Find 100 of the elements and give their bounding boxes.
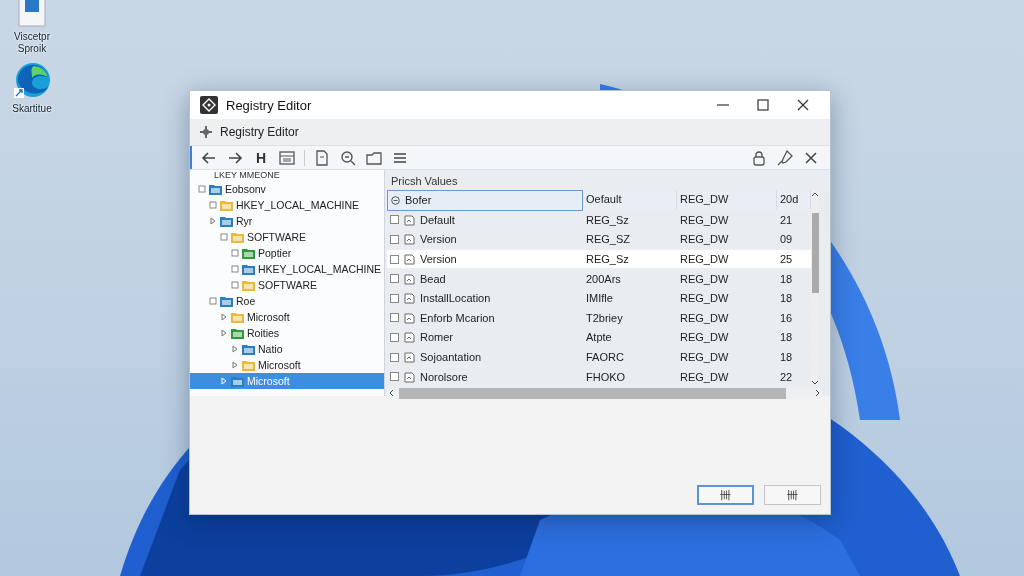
scroll-down-icon[interactable]: [811, 378, 819, 387]
table-cell: REG_Sz: [583, 210, 677, 231]
folder-icon: [220, 215, 233, 227]
table-cell: REG_SZ: [583, 230, 677, 250]
tree-item[interactable]: HKEY_LOCAL_MACHINE: [190, 197, 384, 213]
expand-triangle-icon[interactable]: [209, 217, 217, 225]
document-icon: [404, 233, 415, 246]
scroll-right-icon[interactable]: [814, 389, 822, 398]
tree-item[interactable]: SOFTWARE: [190, 277, 384, 293]
document-icon: [404, 311, 415, 324]
collapse-box-icon[interactable]: [198, 185, 206, 193]
column-header[interactable]: REG_DW: [677, 190, 777, 210]
document-icon: [404, 272, 415, 285]
expand-triangle-icon[interactable]: [231, 361, 239, 369]
table-cell: 200Ars: [583, 269, 677, 289]
checkbox[interactable]: [390, 215, 399, 225]
column-header[interactable]: Oefault: [583, 190, 677, 210]
checkbox[interactable]: [390, 332, 399, 342]
search-button[interactable]: [339, 148, 357, 167]
file-icon: [313, 148, 331, 167]
collapse-box-icon[interactable]: [220, 233, 228, 241]
tree-item[interactable]: Ryr: [190, 213, 384, 229]
table-cell: FHOKO: [583, 367, 677, 387]
column-header[interactable]: 20d: [777, 190, 811, 210]
table-cell: REG_DW: [677, 269, 777, 289]
table-cell: REG_DW: [677, 230, 777, 250]
column-header[interactable]: Bofer: [387, 190, 583, 211]
file-button[interactable]: [313, 148, 331, 167]
table-cell: REG_DW: [677, 347, 777, 368]
table-cell: Romer: [387, 328, 583, 348]
desktop-icon-label[interactable]: Skartitue: [12, 103, 52, 115]
search-icon: [339, 148, 357, 167]
table-cell: REG_DW: [677, 367, 777, 387]
checkbox[interactable]: [390, 352, 399, 362]
letter-button[interactable]: H: [252, 148, 270, 167]
collapse-box-icon[interactable]: [231, 265, 239, 273]
list-icon: [278, 148, 296, 167]
tree-item[interactable]: Eobsonv: [190, 181, 384, 197]
dialog-button[interactable]: 卌: [697, 485, 754, 505]
expand-triangle-icon[interactable]: [220, 313, 228, 321]
checkbox[interactable]: [390, 254, 399, 264]
collapse-box-icon[interactable]: [231, 281, 239, 289]
document-icon: [404, 331, 415, 344]
table-cell: Default: [387, 210, 583, 231]
folder-icon: [242, 359, 255, 371]
folder-icon: [209, 183, 222, 195]
tree-item[interactable]: Natio: [190, 341, 384, 357]
collapse-box-icon[interactable]: [209, 201, 217, 209]
maximize-icon: [757, 99, 769, 111]
app-icon: [200, 96, 218, 114]
checkbox[interactable]: [390, 313, 399, 323]
browser-shortcut-icon[interactable]: [12, 60, 52, 100]
document-icon: [404, 213, 415, 226]
tree-item[interactable]: Microsoft: [190, 357, 384, 373]
expand-triangle-icon[interactable]: [231, 345, 239, 353]
table-cell: Atpte: [583, 328, 677, 348]
table-cell: Version: [387, 249, 583, 270]
close-icon: [797, 99, 809, 111]
folder-icon: [242, 279, 255, 291]
tree-item[interactable]: LKEY MMEONE: [190, 170, 280, 181]
tree-item[interactable]: Roities: [190, 325, 384, 341]
collapse-box-icon[interactable]: [209, 297, 217, 305]
table-cell: REG_DW: [677, 210, 777, 231]
tree-item[interactable]: SOFTWARE: [190, 229, 384, 245]
dialog-button[interactable]: 卌: [764, 485, 821, 505]
values-pane-title: Pricsh Values: [390, 174, 459, 189]
checkbox[interactable]: [390, 235, 399, 244]
table-cell: 25: [777, 249, 811, 270]
list-button[interactable]: [278, 148, 296, 167]
desktop-icon-label[interactable]: Viscetpr Sproik: [4, 31, 60, 54]
tree-item[interactable]: Microsoft: [190, 309, 384, 325]
document-icon: [404, 370, 415, 383]
folder-icon: [231, 231, 244, 243]
document-icon[interactable]: [17, 0, 47, 28]
document-icon: [404, 351, 415, 364]
scrollbar-thumb[interactable]: [399, 387, 786, 399]
table-cell: Bead: [387, 269, 583, 289]
folder-icon: [242, 247, 255, 259]
minimize-icon: [717, 104, 729, 106]
scrollbar-thumb[interactable]: [811, 213, 819, 294]
tree-item[interactable]: Roe: [190, 293, 384, 309]
scroll-up-icon[interactable]: [811, 190, 819, 198]
document-icon: [404, 292, 415, 305]
checkbox[interactable]: [390, 293, 399, 303]
table-cell: Version: [387, 230, 583, 250]
table-cell: REG_DW: [677, 328, 777, 348]
menu-title[interactable]: Registry Editor: [220, 125, 299, 139]
folder-icon: [242, 343, 255, 355]
lock-button[interactable]: [750, 148, 768, 167]
folder-icon: [231, 311, 244, 323]
expand-triangle-icon[interactable]: [220, 329, 228, 337]
scroll-left-icon[interactable]: [387, 389, 395, 398]
table-cell: REG_DW: [677, 308, 777, 329]
tree-item[interactable]: Poptier: [190, 245, 384, 261]
table-cell: T2briey: [583, 308, 677, 329]
table-cell: Sojoantation: [387, 347, 583, 368]
collapse-box-icon[interactable]: [231, 249, 239, 257]
tree-item[interactable]: HKEY_LOCAL_MACHINE: [190, 261, 384, 277]
checkbox[interactable]: [390, 274, 399, 284]
checkbox[interactable]: [390, 372, 399, 382]
